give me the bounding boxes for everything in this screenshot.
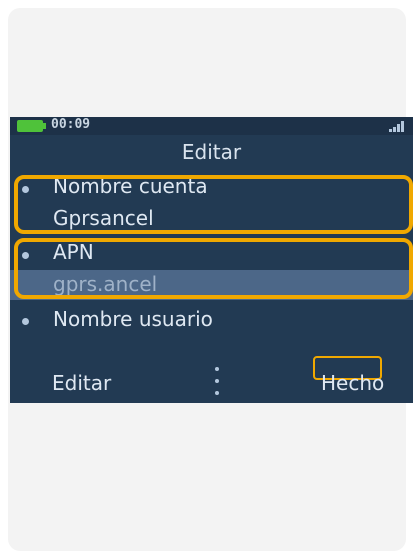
status-bar: 00:09 (10, 117, 413, 135)
softkey-editar[interactable]: Editar (52, 371, 111, 395)
phone-screen-photo: 00:09 Editar Nombre cuenta Gprsancel APN… (10, 117, 413, 403)
annotation-outline-apn (14, 238, 413, 299)
field-label: Nombre usuario (53, 307, 213, 331)
battery-icon (17, 120, 46, 132)
bullet-icon (22, 318, 29, 325)
screen-title: Editar (181, 140, 242, 164)
annotation-outline-cuenta (14, 175, 413, 234)
signal-bars-icon (389, 121, 404, 132)
softkey-hecho[interactable]: Hecho (321, 371, 384, 395)
scroll-dots-icon (215, 367, 221, 401)
clock-text: 00:09 (51, 117, 91, 132)
field-nombre-usuario[interactable]: Nombre usuario (10, 305, 413, 335)
